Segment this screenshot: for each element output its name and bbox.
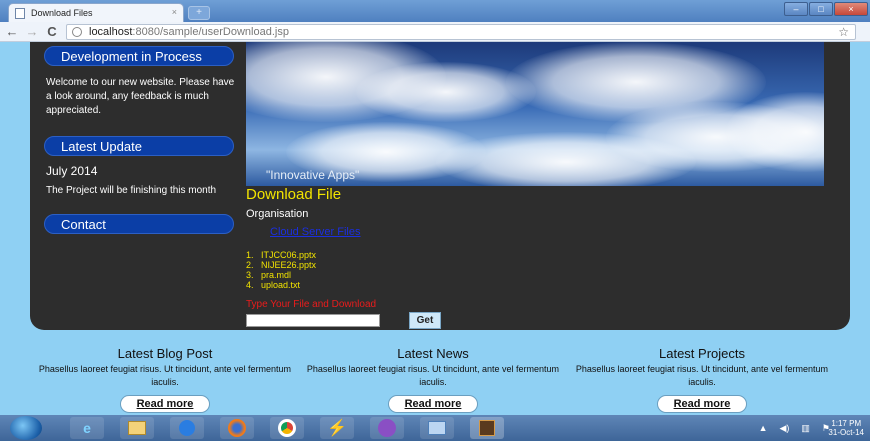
address-bar[interactable]: localhost:8080/sample/userDownload.jsp ☆ (66, 24, 856, 40)
clock-time: 1:17 PM (831, 419, 862, 428)
network-icon[interactable]: ▥ (801, 423, 810, 434)
clock-date: 31-Oct-14 (828, 428, 864, 437)
notepad-icon[interactable] (420, 417, 454, 439)
footer-projects: Latest Projects Phasellus laoreet feugia… (567, 346, 837, 413)
sidebar-welcome-text: Welcome to our new website. Please have … (46, 77, 235, 116)
chevron-up-icon[interactable]: ▲ (759, 423, 768, 434)
cloud-server-files-link[interactable]: Cloud Server Files (270, 226, 360, 238)
footer-text: Phasellus laoreet feugiat risus. Ut tinc… (38, 364, 292, 387)
back-button[interactable]: ← (4, 24, 20, 39)
footer-title: Latest Projects (659, 346, 745, 361)
ie-icon[interactable]: e (70, 417, 104, 439)
bookmark-star-icon[interactable]: ☆ (838, 25, 849, 39)
browser-titlebar: Download Files × + – □ × (0, 0, 870, 22)
footer-title: Latest Blog Post (117, 346, 213, 361)
volume-icon[interactable]: ◀) (779, 423, 789, 434)
close-window-button[interactable]: × (834, 2, 868, 16)
chrome-icon[interactable] (270, 417, 304, 439)
clock[interactable]: 1:17 PM 31-Oct-14 (828, 419, 864, 437)
file-item[interactable]: 4. upload.txt (246, 280, 316, 290)
system-tray: ▲ ◀) ▥ ⚑ (759, 423, 830, 434)
app-icon[interactable] (470, 417, 504, 439)
tab-close-icon[interactable]: × (172, 7, 177, 17)
mozilla-icon[interactable] (370, 417, 404, 439)
url-path: :8080/sample/userDownload.jsp (132, 26, 289, 38)
taskbar: e ⚡ ▲ ◀) ▥ ⚑ 1:17 PM 31-Oct-14 (0, 415, 870, 441)
footer-text: Phasellus laoreet feugiat risus. Ut tinc… (575, 364, 829, 387)
window-controls: – □ × (784, 2, 868, 16)
tab-title: Download Files (31, 8, 93, 18)
type-file-label: Type Your File and Download (246, 299, 377, 310)
sidebar-update-date: July 2014 (46, 164, 98, 178)
sidebar-update-text: The Project will be finishing this month (46, 185, 217, 196)
browser-tab[interactable]: Download Files × (8, 3, 184, 22)
sidebar-heading-contact[interactable]: Contact (44, 214, 234, 234)
organisation-label: Organisation (246, 208, 309, 220)
footer-text: Phasellus laoreet feugiat risus. Ut tinc… (306, 364, 560, 387)
web-page: Development in Process Welcome to our ne… (0, 42, 870, 415)
url-host: localhost (89, 26, 133, 38)
globe-icon (72, 27, 82, 37)
start-button[interactable] (10, 416, 42, 440)
file-item[interactable]: 1. ITJCC06.pptx (246, 250, 316, 260)
read-more-button[interactable]: Read more (388, 395, 478, 413)
get-button[interactable]: Get (409, 312, 441, 329)
footer-news: Latest News Phasellus laoreet feugiat ri… (298, 346, 568, 413)
explorer-icon[interactable] (120, 417, 154, 439)
footer-title: Latest News (397, 346, 469, 361)
file-list: 1. ITJCC06.pptx 2. NIJEE26.pptx 3. pra.m… (246, 250, 316, 290)
sidebar: Development in Process Welcome to our ne… (38, 42, 238, 234)
browser-toolbar: ← → C localhost:8080/sample/userDownload… (0, 22, 870, 42)
new-tab-button[interactable]: + (188, 6, 210, 20)
minimize-button[interactable]: – (784, 2, 808, 16)
media-player-icon[interactable] (170, 417, 204, 439)
eclipse-icon[interactable]: ⚡ (320, 417, 354, 439)
firefox-icon[interactable] (220, 417, 254, 439)
reload-button[interactable]: C (44, 24, 60, 39)
sidebar-heading-development: Development in Process (44, 46, 234, 66)
read-more-button[interactable]: Read more (120, 395, 210, 413)
footer-blog: Latest Blog Post Phasellus laoreet feugi… (30, 346, 300, 413)
maximize-button[interactable]: □ (809, 2, 833, 16)
hero-banner: "Innovative Apps" (246, 42, 824, 186)
file-item[interactable]: 2. NIJEE26.pptx (246, 260, 316, 270)
file-name-input[interactable] (246, 314, 380, 327)
page-icon (15, 7, 25, 19)
read-more-button[interactable]: Read more (657, 395, 747, 413)
forward-button[interactable]: → (24, 24, 40, 39)
file-item[interactable]: 3. pra.mdl (246, 270, 316, 280)
download-title: Download File (246, 186, 342, 203)
sidebar-heading-update: Latest Update (44, 136, 234, 156)
hero-caption: "Innovative Apps" (266, 168, 360, 182)
